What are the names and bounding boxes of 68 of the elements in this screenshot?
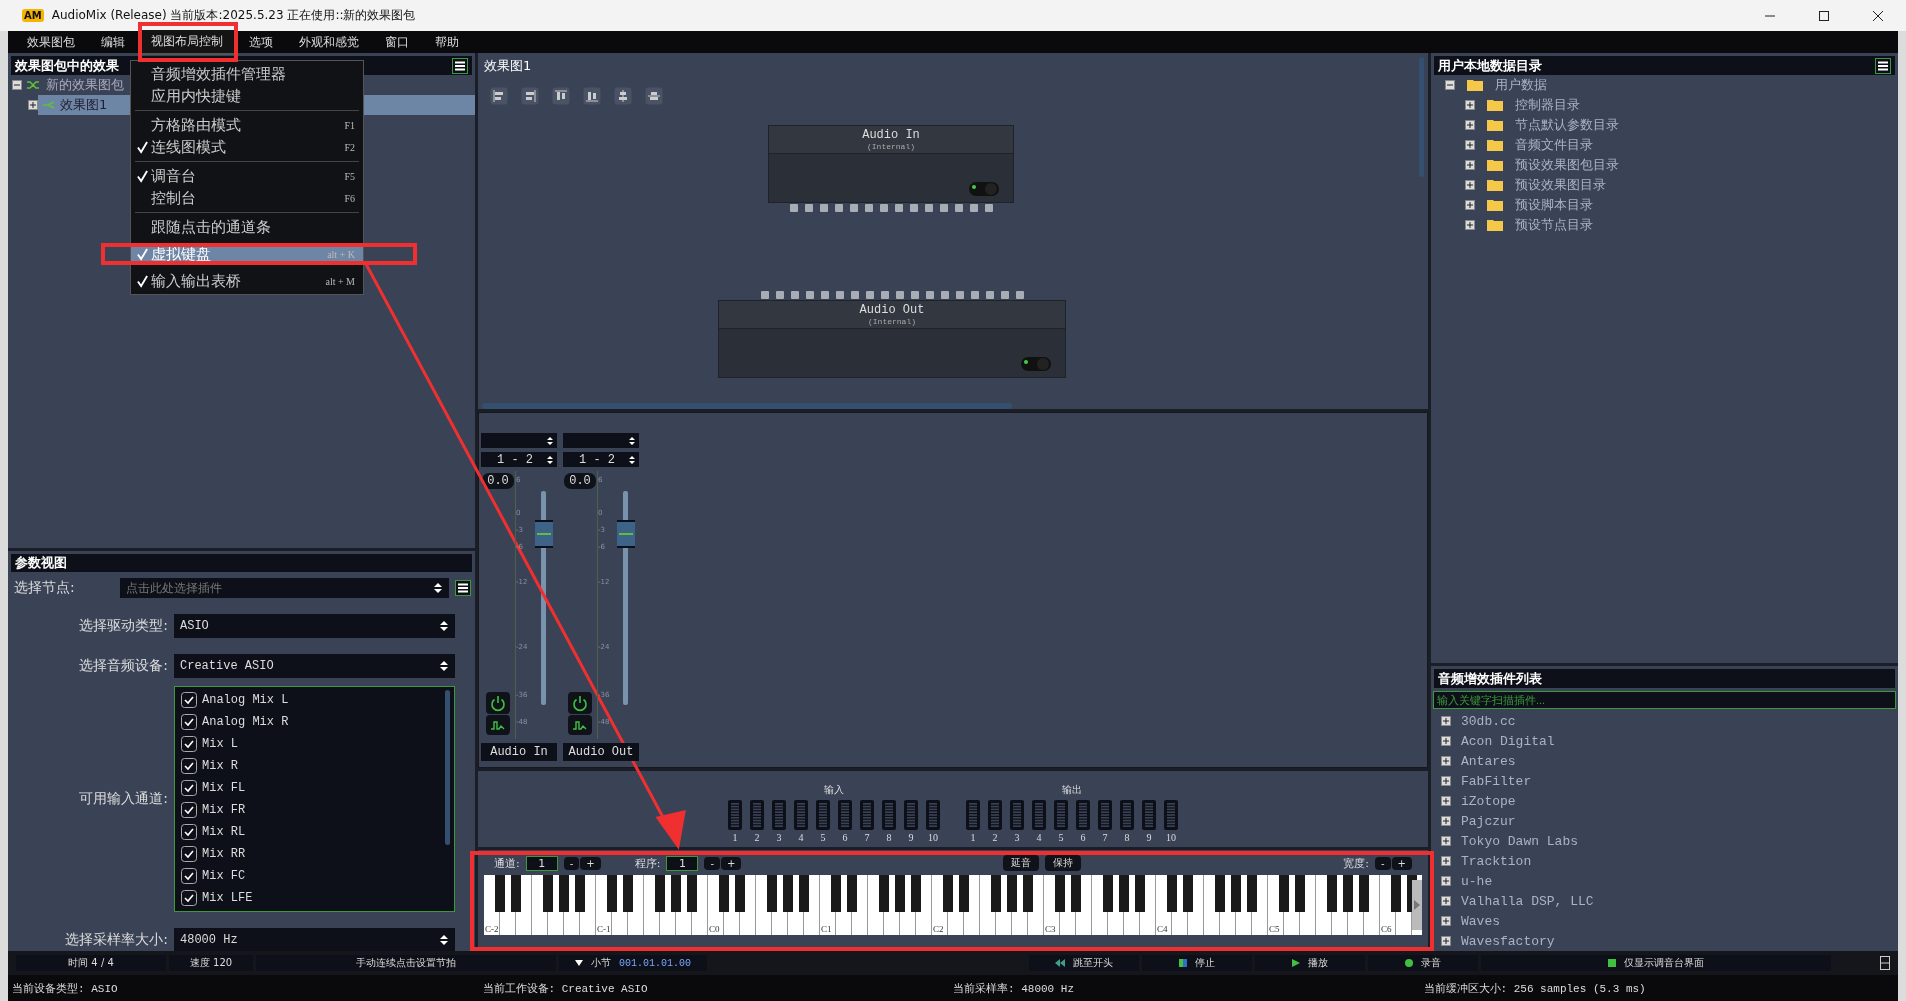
panel-title: 效果图包中的效果 [15, 56, 119, 75]
channel-number: 4 [1036, 832, 1042, 843]
app-logo: AM [22, 9, 44, 22]
channel-number: 5 [820, 832, 826, 843]
tree-label: 效果图1 [60, 96, 108, 114]
status-text: 当前工作设备: Creative ASIO [482, 981, 649, 996]
channel-number: 2 [992, 832, 998, 843]
channel-number: 10 [1166, 832, 1176, 843]
meter-group-label: 输出 [1062, 783, 1082, 797]
status-text: 当前采样率: 48000 Hz [953, 981, 1075, 996]
octave-label: C3 [1045, 924, 1056, 934]
field-label: 程序: [634, 855, 661, 871]
channel-name: Mix LFE [202, 891, 253, 905]
channel-number: 5 [1058, 832, 1064, 843]
channel-number: 4 [798, 832, 804, 843]
octave-label: C6 [1381, 924, 1392, 934]
node-title: Audio In [862, 128, 920, 142]
channel-name: Mix L [202, 737, 238, 751]
field-label: 选择驱动类型: [78, 617, 168, 635]
channel-number: 1 [970, 832, 976, 843]
channel-number: 6 [1080, 832, 1086, 843]
octave-label: C2 [933, 924, 944, 934]
meter-group-label: 输入 [824, 783, 844, 797]
channel-number: 6 [842, 832, 848, 843]
channel-name: Mix R [202, 759, 238, 773]
field-label: 通道: [494, 855, 520, 871]
node-subtitle: (Internal) [867, 142, 915, 151]
octave-label: C0 [709, 924, 720, 934]
channel-name: Audio Out [563, 743, 639, 761]
channel-number: 8 [1124, 832, 1130, 843]
panel-title: 参数视图 [15, 554, 67, 572]
channel-number: 10 [928, 832, 938, 843]
channel-name: Audio In [481, 743, 557, 761]
octave-label: C4 [1157, 924, 1168, 934]
channel-name: Mix FR [202, 803, 246, 817]
field-label: 宽度: [1343, 855, 1369, 871]
channel-name: Mix RR [202, 847, 246, 861]
channel-name: Mix RL [202, 825, 246, 839]
window-title: AudioMix (Release) 当前版本:2025.5.23 正在使用::新的效果图包 [51, 7, 416, 24]
octave-label: C1 [821, 924, 832, 934]
field-label: 选择音频设备: [78, 657, 168, 675]
channel-number: 1 [732, 832, 738, 843]
channel-number: 8 [886, 832, 892, 843]
channel-number: 3 [776, 832, 782, 843]
status-text: 当前设备类型: ASIO [12, 981, 119, 996]
octave-label: C-1 [597, 924, 611, 934]
status-text: 当前缓冲区大小: 256 samples (5.3 ms) [1423, 981, 1647, 996]
gain-value: 0.0 [564, 473, 596, 489]
field-label: 可用输入通道: [78, 790, 168, 808]
channel-number: 7 [1102, 832, 1108, 843]
gain-value: 0.0 [482, 473, 514, 489]
channel-name: Mix FL [202, 781, 246, 795]
field-label: 选择采样率大小: [64, 931, 168, 949]
channel-name: Mix FC [202, 869, 246, 883]
channel-number: 9 [1146, 832, 1152, 843]
channel-number: 9 [908, 832, 914, 843]
panel-title: 用户本地数据目录 [1438, 56, 1542, 75]
channel-name: Analog Mix R [202, 715, 289, 729]
channel-number: 2 [754, 832, 760, 843]
field-label: 选择节点: [14, 579, 76, 597]
node-title: Audio Out [859, 303, 925, 317]
channel-name: Analog Mix L [202, 693, 289, 707]
panel-title: 音频增效插件列表 [1438, 669, 1542, 688]
channel-number: 3 [1014, 832, 1020, 843]
octave-label: C5 [1269, 924, 1280, 934]
channel-number: 7 [864, 832, 870, 843]
node-subtitle: (Internal) [868, 317, 916, 326]
octave-label: C-2 [485, 924, 499, 934]
